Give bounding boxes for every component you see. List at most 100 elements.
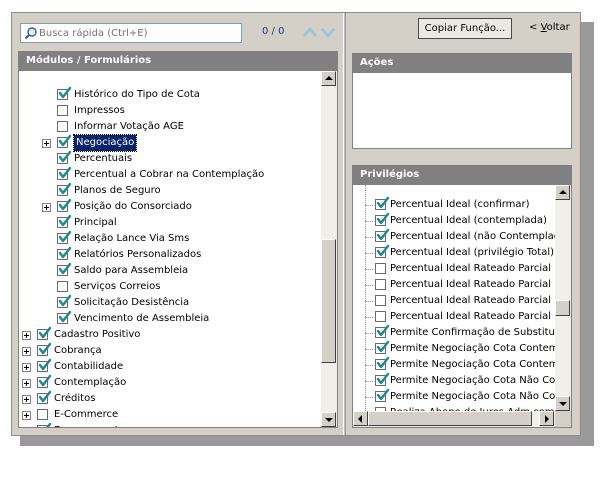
expand-plus-icon[interactable] <box>42 203 51 212</box>
checkbox-checked[interactable] <box>57 182 72 196</box>
checkbox-checked[interactable] <box>375 212 390 226</box>
tree-item[interactable]: Histórico do Tipo de Cota <box>19 86 321 103</box>
tree-item[interactable]: Informar Votação AGE <box>19 119 321 135</box>
checkbox-unchecked[interactable] <box>375 263 386 274</box>
checkbox-checked[interactable] <box>57 294 72 308</box>
checkbox-checked[interactable] <box>37 390 52 404</box>
checkbox-checked[interactable] <box>375 324 390 338</box>
privilege-item[interactable]: Percentual Ideal Rateado Parcial (não Co… <box>353 293 555 309</box>
privileges-scroll-right-button[interactable] <box>539 411 554 426</box>
checkbox-unchecked[interactable] <box>57 121 68 132</box>
checkbox-unchecked[interactable] <box>375 279 386 290</box>
checkbox-checked[interactable] <box>37 358 52 372</box>
tree-item[interactable]: E-Commerce <box>19 407 321 423</box>
privilege-item[interactable]: Percentual Ideal (não Contemplada) <box>353 228 555 245</box>
tree-item[interactable]: Negociação <box>19 134 321 152</box>
tree-item[interactable]: Relação Lance Via Sms <box>19 230 321 247</box>
checkbox-checked[interactable] <box>57 230 72 244</box>
expand-plus-icon[interactable] <box>22 411 31 420</box>
expand-plus-icon[interactable] <box>22 395 31 404</box>
checkbox-unchecked[interactable] <box>57 281 68 292</box>
checkbox-checked[interactable] <box>375 356 390 370</box>
privileges-hscroll-thumb[interactable] <box>368 411 532 426</box>
privileges-scroll-thumb[interactable] <box>555 300 570 316</box>
privilege-item[interactable]: Percentual Ideal (contemplada) <box>353 212 555 229</box>
expand-plus-icon[interactable] <box>42 139 51 148</box>
tree-item[interactable]: Principal <box>19 214 321 231</box>
privileges-list: Percentual Ideal (confirmar) Percentual I… <box>352 184 572 428</box>
search-next-arrow-icon[interactable] <box>320 25 336 39</box>
tree-item[interactable]: Cobrança <box>19 342 321 359</box>
quick-search-box[interactable] <box>20 23 242 43</box>
checkbox-checked[interactable] <box>375 244 390 258</box>
tree-item[interactable]: Créditos <box>19 390 321 407</box>
checkbox-checked[interactable] <box>375 372 390 386</box>
privilege-item[interactable]: Percentual Ideal Rateado Parcial (confir… <box>353 261 555 277</box>
search-prev-arrow-icon[interactable] <box>302 25 318 39</box>
checkbox-checked[interactable] <box>57 134 72 148</box>
modules-scroll-thumb[interactable] <box>321 239 336 363</box>
tree-item[interactable]: Solicitação Desistência <box>19 294 321 311</box>
privileges-scroll-up-button[interactable] <box>555 185 570 200</box>
checkbox-checked[interactable] <box>57 166 72 180</box>
privilege-item[interactable]: Permite Negociação Cota Contemplada <box>353 340 555 357</box>
pane-splitter[interactable] <box>343 13 346 435</box>
checkbox-unchecked[interactable] <box>375 295 386 306</box>
privilege-item[interactable]: Permite Negociação Cota Contemplada Quit… <box>353 356 555 373</box>
checkbox-checked[interactable] <box>37 374 52 388</box>
tree-item[interactable]: Percentual a Cobrar na Contemplação <box>19 166 321 183</box>
tree-item[interactable]: Contemplação <box>19 374 321 391</box>
expand-plus-icon[interactable] <box>22 363 31 372</box>
copy-function-button[interactable]: Copiar Função... <box>418 18 512 39</box>
back-link[interactable]: < Voltar <box>529 22 570 33</box>
privilege-item[interactable]: Permite Confirmação de Substituição <box>353 324 555 341</box>
checkbox-checked[interactable] <box>37 422 52 427</box>
checkbox-checked[interactable] <box>57 262 72 276</box>
tree-guide-branch <box>365 205 373 206</box>
tree-item[interactable]: Impressos <box>19 103 321 119</box>
checkbox-checked[interactable] <box>375 196 390 210</box>
checkbox-unchecked[interactable] <box>57 105 68 116</box>
expand-plus-icon[interactable] <box>22 379 31 388</box>
checkbox-checked[interactable] <box>375 228 390 242</box>
checkbox-unchecked[interactable] <box>37 409 48 420</box>
privilege-item[interactable]: Permite Negociação Cota Não Contemplada <box>353 372 555 389</box>
tree-item[interactable]: Saldo para Assembleia <box>19 262 321 279</box>
privilege-item[interactable]: Percentual Ideal Rateado Parcial (privil… <box>353 309 555 325</box>
privilege-item[interactable]: Percentual Ideal Rateado Parcial (contem… <box>353 277 555 293</box>
checkbox-checked[interactable] <box>37 326 52 340</box>
tree-item[interactable]: Planos de Seguro <box>19 182 321 199</box>
tree-item[interactable]: Encerramento <box>19 422 321 427</box>
tree-item[interactable]: Relatórios Personalizados <box>19 246 321 263</box>
checkbox-checked[interactable] <box>57 214 72 228</box>
modules-scroll-down-button[interactable] <box>321 412 336 427</box>
checkbox-checked[interactable] <box>57 198 72 212</box>
checkbox-checked[interactable] <box>57 246 72 260</box>
modules-scrollbar[interactable] <box>321 71 337 427</box>
privileges-hscrollbar[interactable] <box>353 411 555 427</box>
checkbox-checked[interactable] <box>57 310 72 324</box>
tree-item[interactable]: Cadastro Positivo <box>19 326 321 343</box>
privileges-vscrollbar[interactable] <box>555 185 571 411</box>
expand-plus-icon[interactable] <box>22 331 31 340</box>
privilege-item[interactable]: Percentual Ideal (confirmar) <box>353 196 555 213</box>
privileges-scroll-left-button[interactable] <box>353 411 368 426</box>
modules-scroll-up-button[interactable] <box>321 71 336 86</box>
checkbox-unchecked[interactable] <box>375 311 386 322</box>
checkbox-checked[interactable] <box>37 342 52 356</box>
tree-item[interactable]: Posição do Consorciado <box>19 198 321 215</box>
privilege-item[interactable]: Percentual Ideal (privilégio Total) <box>353 244 555 261</box>
privilege-item[interactable]: Permite Negociação Cota Não Contemplada … <box>353 388 555 405</box>
tree-item[interactable]: Contabilidade <box>19 358 321 375</box>
checkbox-checked[interactable] <box>375 340 390 354</box>
tree-item[interactable]: Vencimento de Assembleia <box>19 310 321 327</box>
quick-search-input[interactable] <box>39 25 237 41</box>
checkbox-checked[interactable] <box>57 150 72 164</box>
tree-item[interactable]: Percentuais <box>19 150 321 167</box>
privileges-scroll-down-button[interactable] <box>555 396 570 411</box>
tree-item[interactable]: Serviços Correios <box>19 279 321 295</box>
checkbox-checked[interactable] <box>57 86 72 100</box>
checkbox-checked[interactable] <box>375 388 390 402</box>
expand-plus-icon[interactable] <box>22 347 31 356</box>
tree-guide-branch <box>365 285 373 286</box>
